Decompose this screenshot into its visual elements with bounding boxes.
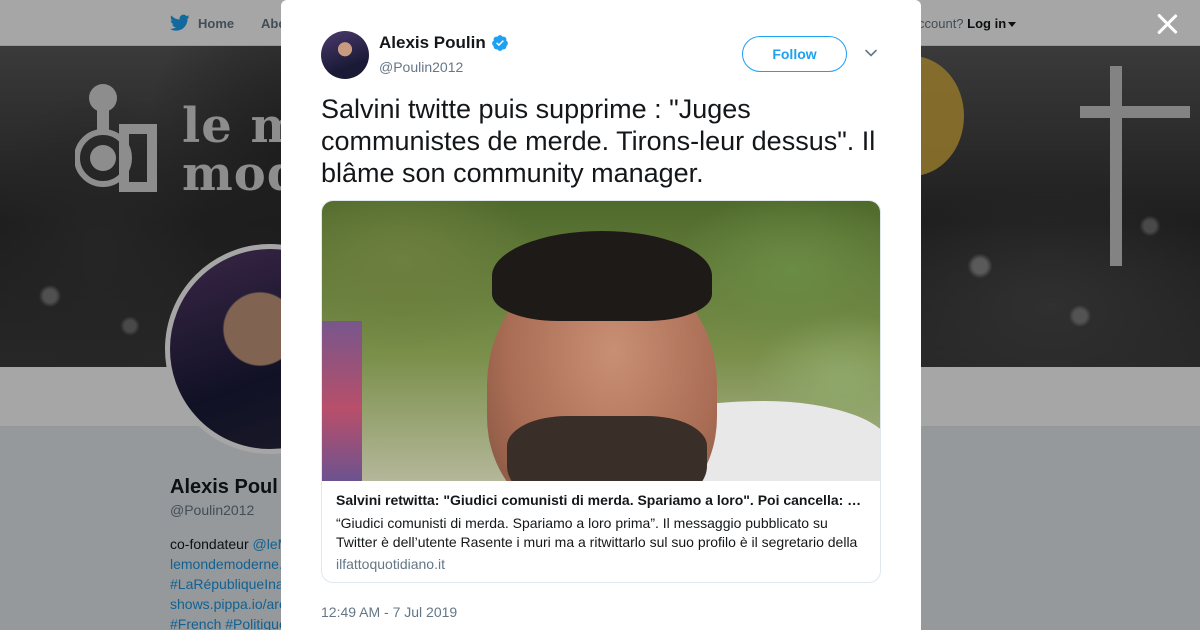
- tweet-text: Salvini twitte puis supprime : "Juges co…: [321, 94, 876, 188]
- verified-badge-icon: [491, 35, 508, 51]
- tweet-modal: Alexis Poulin @Poulin2012 Follow Salvini…: [281, 0, 921, 630]
- tweet-timestamp[interactable]: 12:49 AM - 7 Jul 2019: [321, 604, 457, 620]
- card-title[interactable]: Salvini retwitta: "Giudici comunisti di …: [336, 492, 868, 508]
- chevron-down-icon[interactable]: [864, 46, 878, 60]
- link-preview-card[interactable]: Salvini retwitta: "Giudici comunisti di …: [321, 200, 881, 583]
- author-avatar[interactable]: [321, 31, 369, 79]
- follow-button[interactable]: Follow: [742, 36, 847, 72]
- card-image[interactable]: [322, 201, 880, 481]
- author-handle[interactable]: @Poulin2012: [379, 59, 463, 75]
- author-name-row[interactable]: Alexis Poulin: [379, 33, 509, 53]
- card-image-beard: [507, 416, 707, 481]
- card-description: “Giudici comunisti di merda. Spariamo a …: [336, 515, 858, 550]
- close-icon[interactable]: [1156, 13, 1178, 35]
- author-name[interactable]: Alexis Poulin: [379, 33, 486, 53]
- card-image-hair: [492, 231, 712, 321]
- card-domain: ilfattoquotidiano.it: [336, 556, 445, 572]
- card-image-flag: [322, 321, 362, 481]
